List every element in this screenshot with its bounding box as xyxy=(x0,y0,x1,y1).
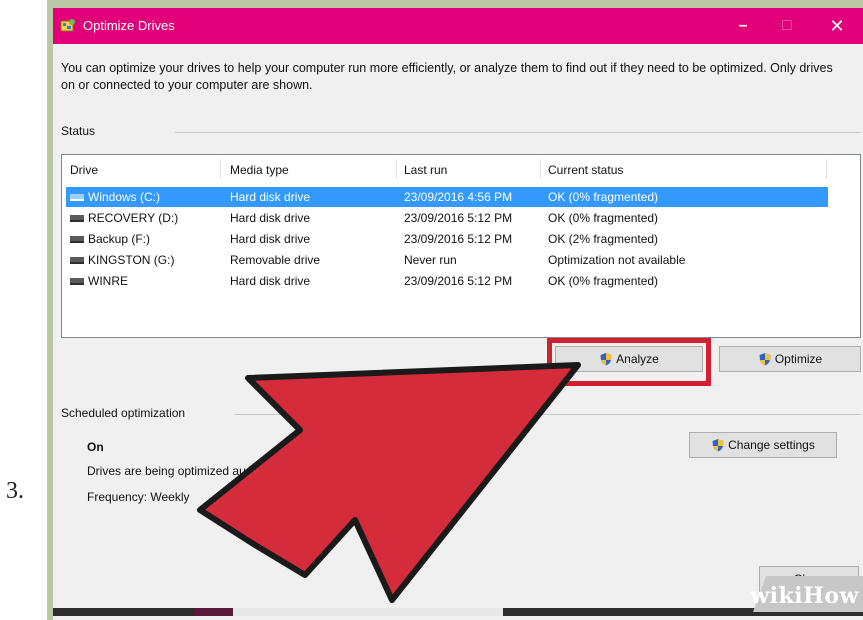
wikihow-watermark: wikiHow xyxy=(750,583,859,609)
red-arrow-pointer xyxy=(197,362,581,603)
